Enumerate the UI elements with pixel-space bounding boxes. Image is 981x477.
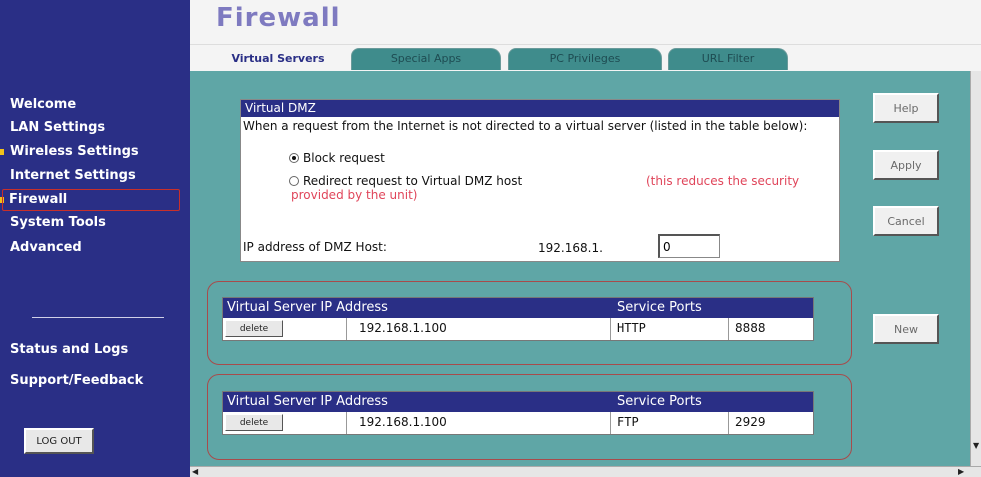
bullet-icon — [0, 149, 4, 155]
sidebar-divider — [32, 317, 164, 318]
sidebar-item-welcome[interactable]: Welcome — [10, 97, 76, 112]
sidebar-item-system-tools[interactable]: System Tools — [10, 215, 106, 230]
delete-button[interactable]: delete — [225, 414, 283, 431]
delete-cell: delete — [223, 318, 347, 340]
main-content: Virtual DMZ When a request from the Inte… — [190, 71, 970, 466]
radio-selected-icon[interactable] — [289, 153, 299, 163]
sidebar-item-internet-settings[interactable]: Internet Settings — [10, 168, 136, 183]
help-button[interactable]: Help — [873, 93, 939, 123]
new-button[interactable]: New — [873, 314, 939, 344]
page-title: Firewall — [216, 3, 341, 33]
service-name: HTTP — [611, 318, 729, 340]
redirect-warning: (this reduces the security provided by t… — [291, 174, 800, 202]
vertical-scrollbar[interactable]: ▼ — [970, 71, 981, 466]
scroll-left-icon[interactable]: ◀ — [192, 467, 198, 476]
table-row: delete 192.168.1.100 HTTP 8888 — [223, 318, 813, 340]
tab-pc-privileges[interactable]: PC Privileges — [508, 48, 662, 70]
dmz-ip-input[interactable] — [658, 234, 720, 258]
page-header: Firewall — [190, 0, 981, 45]
panel-title: Virtual DMZ — [241, 100, 839, 117]
tab-bar: Virtual Servers Special Apps PC Privileg… — [190, 45, 981, 71]
service-name: FTP — [611, 412, 729, 434]
block-request-option[interactable]: Block request — [289, 151, 385, 165]
dmz-description: When a request from the Internet is not … — [243, 119, 808, 133]
tab-url-filter[interactable]: URL Filter — [668, 48, 788, 70]
sidebar-item-lan-settings[interactable]: LAN Settings — [10, 120, 105, 135]
tab-virtual-servers[interactable]: Virtual Servers — [212, 48, 344, 70]
dmz-ip-prefix: 192.168.1. — [538, 241, 603, 255]
service-port: 2929 — [735, 415, 766, 429]
table-header: Virtual Server IP Address Service Ports — [223, 392, 813, 412]
delete-button[interactable]: delete — [225, 320, 283, 337]
delete-cell: delete — [223, 412, 347, 434]
apply-button[interactable]: Apply — [873, 150, 939, 180]
header-ports: Service Ports — [617, 300, 702, 315]
cancel-button[interactable]: Cancel — [873, 206, 939, 236]
virtual-dmz-panel: Virtual DMZ When a request from the Inte… — [240, 99, 840, 262]
scroll-right-icon[interactable]: ▶ — [958, 467, 964, 476]
scroll-down-icon[interactable]: ▼ — [973, 441, 979, 450]
virtual-server-table: Virtual Server IP Address Service Ports … — [222, 297, 814, 341]
horizontal-scrollbar[interactable]: ◀ ▶ — [190, 466, 981, 477]
virtual-server-table: Virtual Server IP Address Service Ports … — [222, 391, 814, 435]
header-ip: Virtual Server IP Address — [227, 300, 388, 315]
header-ip: Virtual Server IP Address — [227, 394, 388, 409]
dmz-ip-label: IP address of DMZ Host: — [243, 240, 387, 254]
tab-special-apps[interactable]: Special Apps — [351, 48, 501, 70]
server-ip: 192.168.1.100 — [353, 412, 611, 434]
table-header: Virtual Server IP Address Service Ports — [223, 298, 813, 318]
sidebar-item-status-and-logs[interactable]: Status and Logs — [10, 342, 128, 357]
sidebar-item-wireless-settings[interactable]: Wireless Settings — [10, 144, 139, 159]
logout-button[interactable]: LOG OUT — [24, 428, 94, 454]
sidebar-item-firewall[interactable]: Firewall — [2, 189, 180, 211]
sidebar-nav: Welcome LAN Settings Wireless Settings I… — [0, 0, 190, 477]
service-port: 8888 — [735, 321, 766, 335]
server-ip: 192.168.1.100 — [353, 318, 611, 340]
sidebar-item-advanced[interactable]: Advanced — [10, 240, 82, 255]
block-request-label: Block request — [303, 151, 385, 165]
header-ports: Service Ports — [617, 394, 702, 409]
sidebar-item-support-feedback[interactable]: Support/Feedback — [10, 373, 143, 388]
table-row: delete 192.168.1.100 FTP 2929 — [223, 412, 813, 434]
